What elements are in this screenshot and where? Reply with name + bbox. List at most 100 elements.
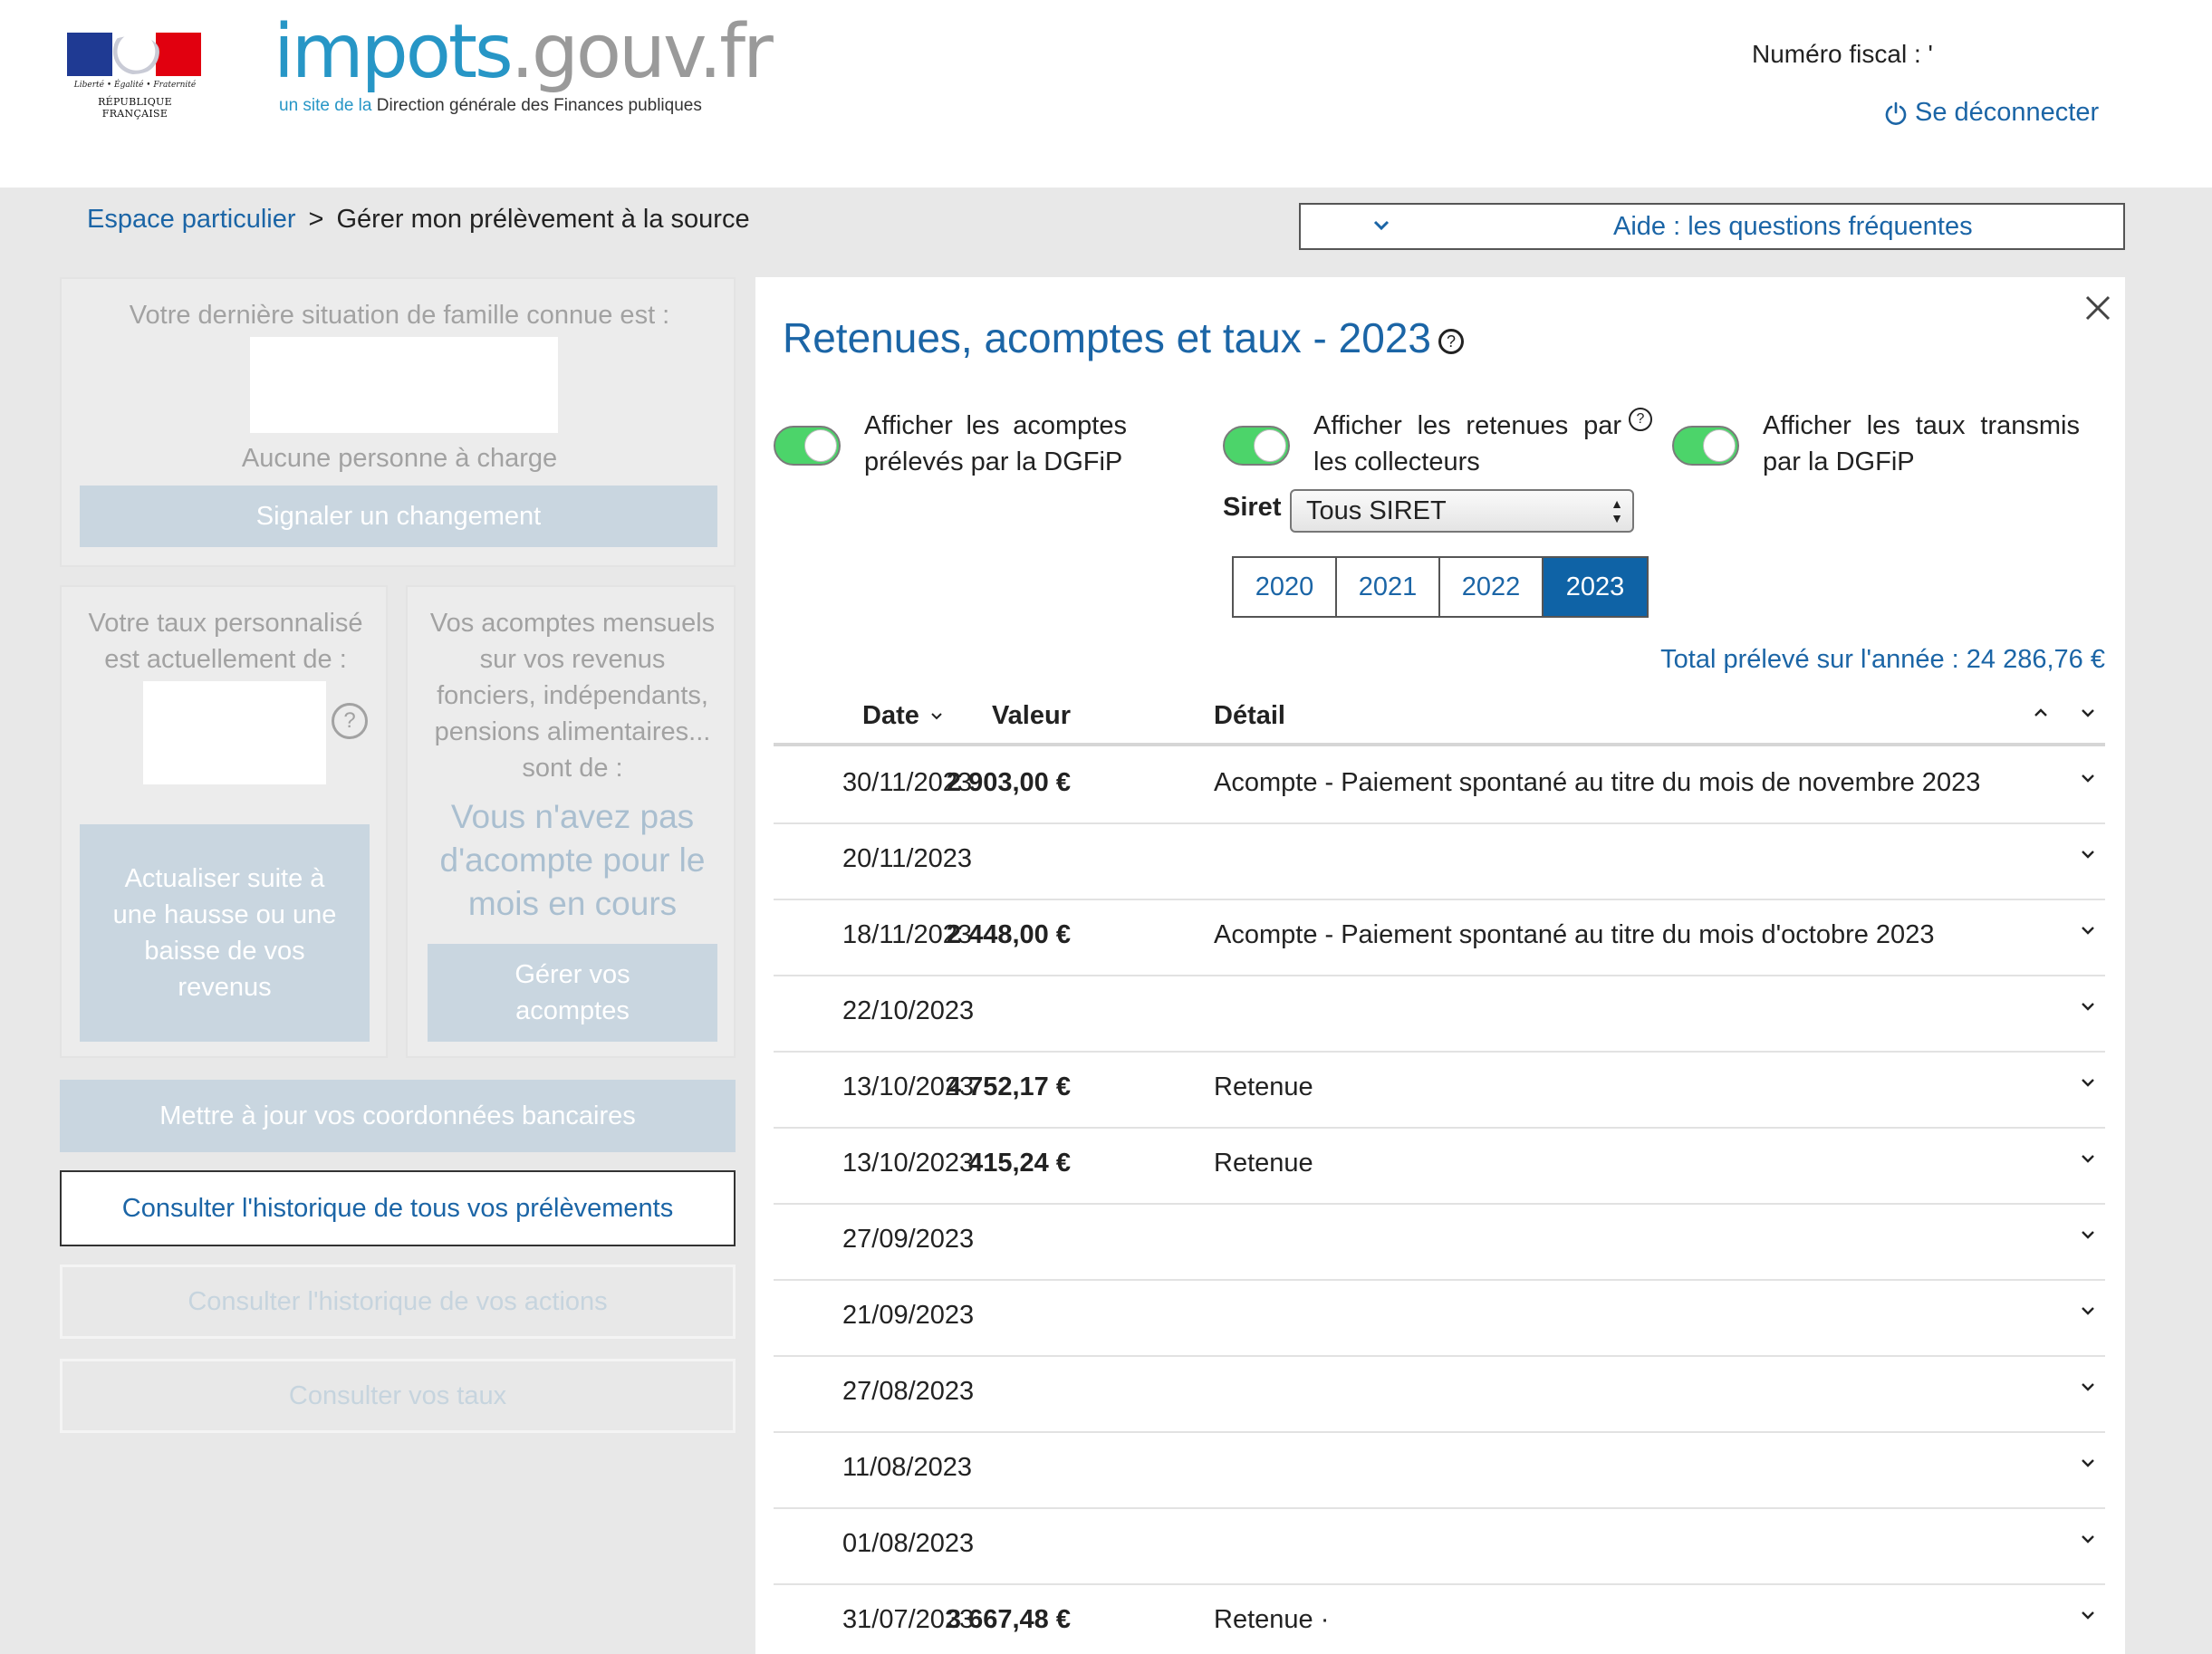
breadcrumb-current: Gérer mon prélèvement à la source xyxy=(336,205,750,234)
view-actions-history-button[interactable]: Consulter l'historique de vos actions xyxy=(60,1265,736,1339)
row-valeur: 2 903,00 € xyxy=(946,768,1071,797)
chevron-down-icon xyxy=(1373,220,1390,231)
chevron-down-icon[interactable] xyxy=(2078,844,2098,864)
table-row[interactable]: 20/11/2023 xyxy=(774,824,2105,900)
row-detail: Acompte - Paiement spontané au titre du … xyxy=(1214,920,1935,949)
no-installment-text: Vous n'avez pas d'acompte pour le mois e… xyxy=(408,795,737,926)
chevron-down-icon[interactable] xyxy=(2078,1529,2098,1549)
chevron-down-icon[interactable] xyxy=(2078,1225,2098,1245)
manage-installments-button[interactable]: Gérer vos acomptes xyxy=(428,944,717,1042)
logout-label: Se déconnecter xyxy=(1915,98,2100,127)
column-valeur: Valeur xyxy=(991,701,1071,730)
table-row[interactable]: 13/10/2023 415,24 € Retenue xyxy=(774,1129,2105,1205)
toggle-dgfip-installments-label: Afficher les acomptes prélevés par la DG… xyxy=(864,411,1127,476)
siret-label: Siret xyxy=(1223,493,1282,522)
site-tagline: un site de la Direction générale des Fin… xyxy=(279,96,702,116)
rate-title-line-1: Votre taux personnalisé xyxy=(88,609,363,638)
help-icon[interactable]: ? xyxy=(1438,329,1464,354)
faq-label: Aide : les questions fréquentes xyxy=(1613,212,1973,241)
chevron-down-icon[interactable] xyxy=(2078,1301,2098,1321)
row-date: 27/09/2023 xyxy=(842,1225,975,1254)
update-rate-line-3: baisse de vos xyxy=(144,937,305,966)
fiscal-number: Numéro fiscal : ' xyxy=(1752,40,1933,68)
update-rate-line-4: revenus xyxy=(178,973,272,1002)
year-tab-2020[interactable]: 2020 xyxy=(1234,558,1337,616)
report-change-button[interactable]: Signaler un changement xyxy=(80,486,717,547)
installments-title-line-4: pensions alimentaires... xyxy=(434,717,711,746)
year-tab-2021[interactable]: 2021 xyxy=(1337,558,1440,616)
installments-title-line-1: Vos acomptes mensuels xyxy=(429,609,716,638)
logo-part-2: .gouv.fr xyxy=(510,9,774,95)
year-tab-2022[interactable]: 2022 xyxy=(1440,558,1544,616)
year-tab-2023[interactable]: 2023 xyxy=(1544,558,1647,616)
chevron-down-icon[interactable] xyxy=(2078,1605,2098,1625)
logo-part-1: impots xyxy=(274,9,514,95)
row-date: 27/08/2023 xyxy=(842,1377,975,1406)
installments-title-line-2: sur vos revenus xyxy=(479,645,666,674)
tagline-rest: Direction générale des Finances publique… xyxy=(376,96,702,115)
chevron-down-icon[interactable] xyxy=(2078,1377,2098,1397)
family-situation-card: Votre dernière situation de famille conn… xyxy=(60,277,736,567)
panel-title: Retenues, acomptes et taux - 2023 ? xyxy=(783,313,1464,362)
impots-logo[interactable]: impots.gouv.fr xyxy=(274,7,774,98)
row-detail: Retenue xyxy=(1214,1149,1313,1178)
column-date-label: Date xyxy=(862,701,919,730)
table-row[interactable]: 01/08/2023 xyxy=(774,1509,2105,1585)
expand-all-down-icon[interactable] xyxy=(2078,703,2098,723)
row-valeur: 4 752,17 € xyxy=(946,1072,1071,1101)
table-row[interactable]: 18/11/2023 2 448,00 € Acompte - Paiement s… xyxy=(774,900,2105,976)
faq-dropdown[interactable]: Aide : les questions fréquentes xyxy=(1299,203,2125,250)
family-situation-title: Votre dernière situation de famille conn… xyxy=(129,301,670,330)
chevron-down-icon[interactable] xyxy=(2078,768,2098,788)
siret-select-value: Tous SIRET xyxy=(1306,496,1447,525)
sort-down-icon xyxy=(931,712,942,719)
view-rates-button[interactable]: Consulter vos taux xyxy=(60,1359,736,1433)
row-date: 22/10/2023 xyxy=(842,996,975,1025)
table-row[interactable]: 11/08/2023 xyxy=(774,1433,2105,1509)
chevron-down-icon[interactable] xyxy=(2078,920,2098,940)
logout-button[interactable]: Se déconnecter xyxy=(1884,98,2099,128)
row-date: 01/08/2023 xyxy=(842,1529,975,1558)
chevron-down-icon[interactable] xyxy=(2078,1453,2098,1473)
installments-title-line-3: fonciers, indépendants, xyxy=(437,681,708,710)
toggle-dgfip-installments[interactable] xyxy=(774,426,841,466)
chevron-down-icon[interactable] xyxy=(2078,996,2098,1016)
installments-card: Vos acomptes mensuels sur vos revenus fo… xyxy=(406,585,736,1058)
expand-all-up-icon[interactable] xyxy=(2031,703,2051,723)
column-date[interactable]: Date xyxy=(862,701,945,731)
deductions-table: 30/11/2023 2 903,00 € Acompte - Paiement s… xyxy=(774,748,2105,1654)
installments-title: Vos acomptes mensuels sur vos revenus fo… xyxy=(408,605,737,786)
help-icon[interactable]: ? xyxy=(332,703,368,739)
no-installment-line-2: d'acompte pour le xyxy=(439,841,706,879)
table-row[interactable]: 21/09/2023 xyxy=(774,1281,2105,1357)
row-detail: Acompte - Paiement spontané au titre du … xyxy=(1214,768,1981,797)
toggle-dgfip-rates[interactable] xyxy=(1672,426,1739,466)
row-date: 11/08/2023 xyxy=(842,1453,972,1482)
chevron-down-icon[interactable] xyxy=(2078,1149,2098,1168)
select-arrows-icon: ▲ ▼ xyxy=(1611,496,1623,525)
update-rate-button[interactable]: Actualiser suite à une hausse ou une bai… xyxy=(80,824,370,1042)
table-row[interactable]: 27/09/2023 xyxy=(774,1205,2105,1281)
table-row[interactable]: 22/10/2023 xyxy=(774,976,2105,1053)
chevron-down-icon[interactable] xyxy=(2078,1072,2098,1092)
siret-select[interactable]: Tous SIRET ▲ ▼ xyxy=(1290,489,1634,533)
rate-title: Votre taux personnalisé est actuellement… xyxy=(62,605,390,678)
toggle-collector-deductions[interactable] xyxy=(1223,426,1290,466)
row-valeur: 2 448,00 € xyxy=(946,920,1071,949)
close-icon[interactable] xyxy=(2080,290,2116,326)
row-detail: Retenue xyxy=(1214,1072,1313,1101)
view-all-deductions-button[interactable]: Consulter l'historique de tous vos prélè… xyxy=(60,1170,736,1246)
tagline-prefix: un site de la xyxy=(279,96,372,115)
table-row[interactable]: 31/07/2023 3 667,48 € Retenue · xyxy=(774,1585,2105,1654)
table-row[interactable]: 27/08/2023 xyxy=(774,1357,2105,1433)
table-row[interactable]: 13/10/2023 4 752,17 € Retenue xyxy=(774,1053,2105,1129)
rate-value xyxy=(143,681,326,784)
toggle-dgfip-rates-label: Afficher les taux transmis par la DGFiP xyxy=(1763,411,2080,476)
help-icon[interactable]: ? xyxy=(1629,408,1652,431)
table-row[interactable]: 30/11/2023 2 903,00 € Acompte - Paiement s… xyxy=(774,748,2105,824)
row-detail: Retenue · xyxy=(1214,1605,1330,1634)
dependents-text: Aucune personne à charge xyxy=(241,444,558,473)
row-valeur: 415,24 € xyxy=(968,1149,1071,1178)
update-bank-details-button[interactable]: Mettre à jour vos coordonnées bancaires xyxy=(60,1080,736,1152)
breadcrumb-home-link[interactable]: Espace particulier xyxy=(87,205,296,235)
